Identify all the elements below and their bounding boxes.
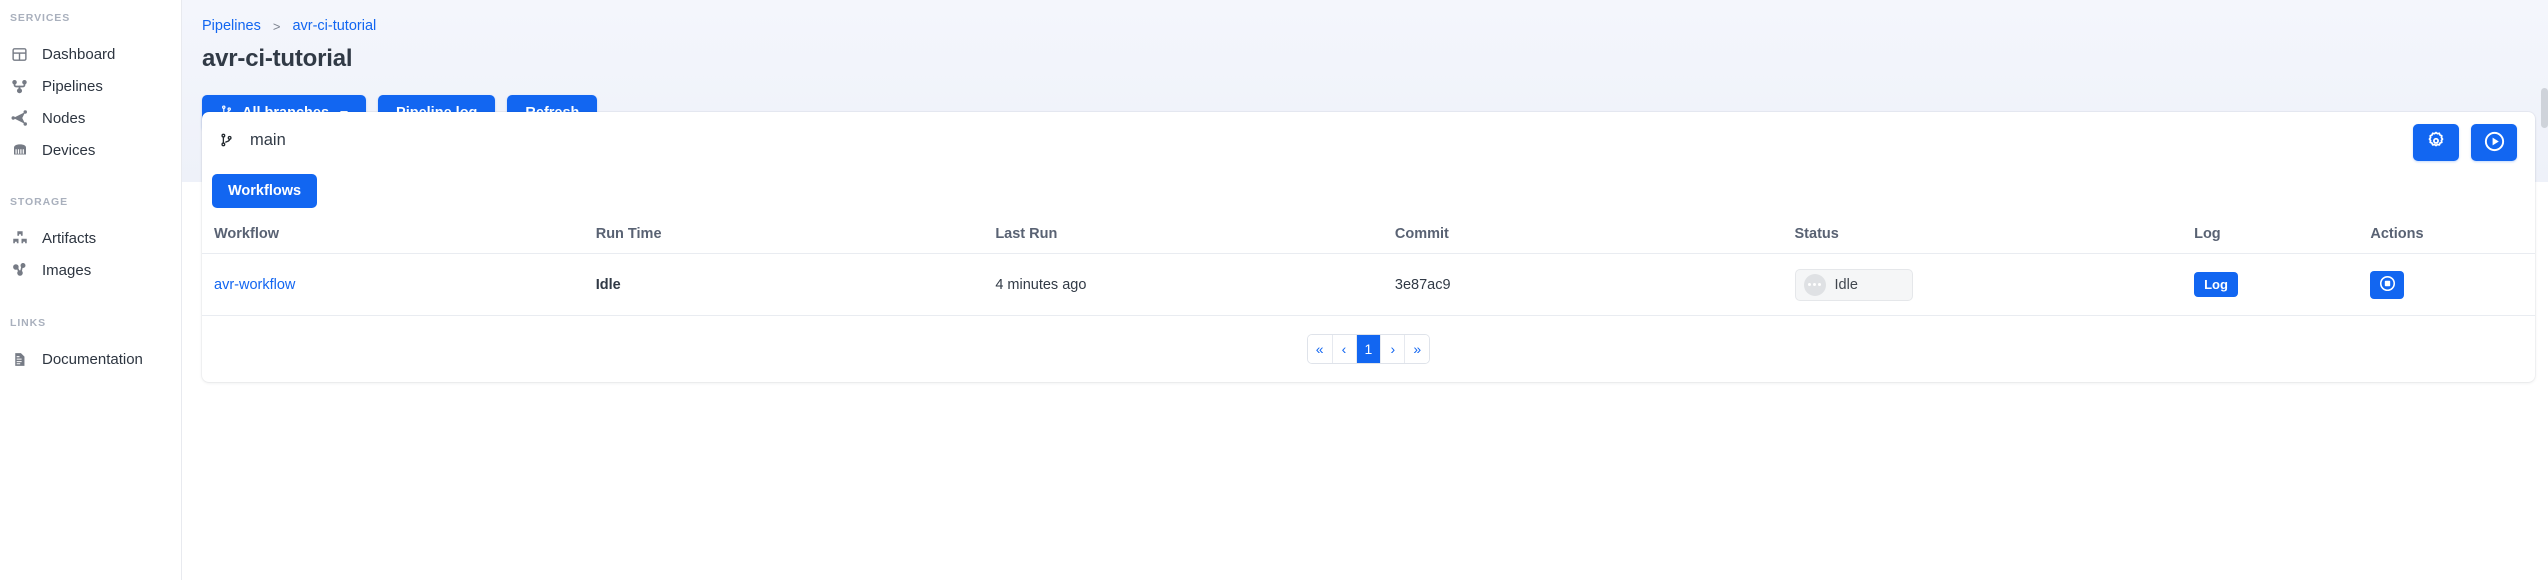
column-header-actions: Actions [2370, 226, 2535, 254]
sidebar-item-artifacts[interactable]: Artifacts [0, 222, 181, 254]
sidebar-item-label: Artifacts [42, 229, 97, 247]
breadcrumb: Pipelines > avr-ci-tutorial [202, 16, 2548, 36]
dashboard-grid-icon [10, 45, 29, 64]
pagination-next[interactable]: › [1381, 335, 1406, 363]
branch-name: main [250, 130, 286, 149]
document-icon [10, 350, 29, 369]
sidebar-item-label: Images [42, 261, 92, 279]
sidebar-item-label: Documentation [42, 350, 143, 368]
sidebar-item-dashboard[interactable]: Dashboard [0, 38, 181, 70]
status-ellipsis-icon [1803, 273, 1826, 296]
column-header-last-run: Last Run [995, 226, 1395, 254]
play-circle-icon [2483, 130, 2506, 156]
pipeline-branch-icon [10, 77, 29, 96]
cell-workflow: avr-workflow [202, 253, 596, 316]
table-body: avr-workflow Idle 4 minutes ago 3e87ac9 … [202, 253, 2535, 316]
branch-row: main [214, 131, 286, 150]
sidebar: SERVICES Dashboard Pipelines Nodes Devic… [0, 0, 182, 580]
breadcrumb-link-pipelines[interactable]: Pipelines [202, 18, 261, 34]
column-header-log: Log [2194, 226, 2371, 254]
pagination: « ‹ 1 › » [1306, 334, 1431, 364]
log-button-label: Log [2204, 277, 2228, 292]
breadcrumb-link-current[interactable]: avr-ci-tutorial [292, 18, 376, 34]
sidebar-item-label: Nodes [42, 109, 86, 127]
sidebar-item-documentation[interactable]: Documentation [0, 343, 181, 375]
pagination-prev[interactable]: ‹ [1332, 335, 1357, 363]
tab-workflows[interactable]: Workflows [212, 174, 318, 208]
column-header-workflow: Workflow [202, 226, 596, 254]
pagination-page-1[interactable]: 1 [1356, 335, 1382, 363]
app-root: SERVICES Dashboard Pipelines Nodes Devic… [0, 0, 2548, 580]
main-content: Pipelines > avr-ci-tutorial avr-ci-tutor… [182, 0, 2548, 580]
sidebar-item-images[interactable]: Images [0, 254, 181, 286]
scrollbar-thumb[interactable] [2541, 88, 2548, 128]
pagination-last[interactable]: » [1405, 335, 1430, 363]
sidebar-section-services: SERVICES [10, 12, 71, 24]
log-button[interactable]: Log [2194, 272, 2238, 297]
pagination-wrap: « ‹ 1 › » [202, 316, 2535, 382]
settings-button[interactable] [2413, 124, 2459, 161]
sidebar-section-links: LINKS [10, 317, 46, 329]
column-header-status: Status [1794, 226, 2195, 254]
pagination-first[interactable]: « [1307, 335, 1333, 363]
workflow-card: main Workflows Workflow Run Time Last Ru… [202, 112, 2535, 382]
cell-run-time: Idle [595, 253, 996, 316]
artifacts-boxes-icon [10, 229, 29, 248]
table-row: avr-workflow Idle 4 minutes ago 3e87ac9 … [202, 253, 2535, 316]
cell-log: Log [2194, 253, 2371, 316]
run-button[interactable] [2471, 124, 2517, 161]
sidebar-item-label: Devices [42, 141, 96, 159]
breadcrumb-separator: > [272, 18, 281, 34]
card-action-buttons [2413, 124, 2517, 161]
workflows-table: Workflow Run Time Last Run Commit Status… [202, 226, 2535, 316]
workflow-link[interactable]: avr-workflow [214, 277, 295, 293]
table-head: Workflow Run Time Last Run Commit Status… [202, 226, 2535, 254]
branch-icon [219, 131, 236, 150]
cell-commit: 3e87ac9 [1394, 253, 1795, 316]
status-label: Idle [1834, 276, 1858, 293]
gear-icon [2425, 130, 2447, 155]
sidebar-item-label: Dashboard [42, 45, 116, 63]
page-title: avr-ci-tutorial [202, 45, 353, 72]
sidebar-section-storage: STORAGE [10, 196, 69, 208]
cell-last-run: 4 minutes ago [995, 253, 1395, 316]
cell-actions [2370, 253, 2535, 316]
sidebar-item-label: Pipelines [42, 77, 103, 95]
cell-status: Idle [1794, 253, 2195, 316]
sidebar-item-nodes[interactable]: Nodes [0, 102, 181, 134]
images-cube-icon [10, 261, 29, 280]
column-header-commit: Commit [1394, 226, 1795, 254]
card-tabs: Workflows [202, 168, 2535, 208]
stop-circle-icon [2378, 274, 2397, 296]
sidebar-item-devices[interactable]: Devices [0, 134, 181, 166]
nodes-share-icon [10, 109, 29, 128]
card-header: main [202, 112, 2535, 168]
stop-button[interactable] [2370, 270, 2405, 299]
status-badge: Idle [1794, 268, 1913, 301]
column-header-run-time: Run Time [595, 226, 996, 254]
tab-workflows-label: Workflows [228, 183, 302, 199]
devices-rack-icon [10, 141, 29, 160]
table-header-row: Workflow Run Time Last Run Commit Status… [202, 226, 2535, 254]
sidebar-item-pipelines[interactable]: Pipelines [0, 70, 181, 102]
